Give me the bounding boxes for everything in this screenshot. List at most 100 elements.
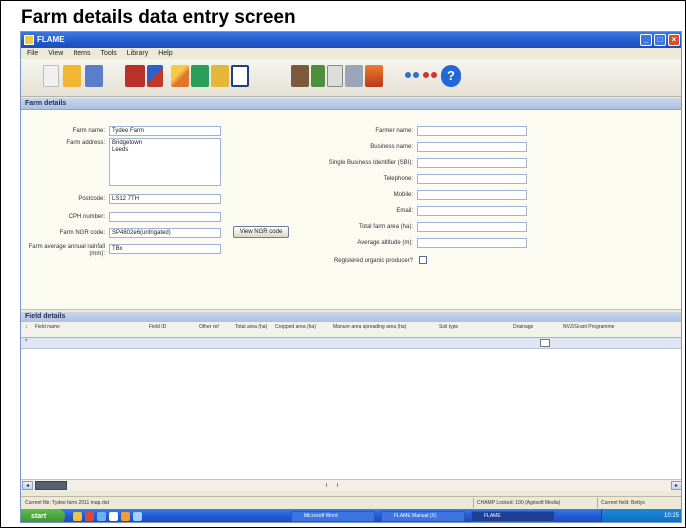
postcode-label: Postcode:	[78, 196, 105, 202]
toolbar: ?	[21, 59, 681, 97]
horizontal-scrollbar[interactable]: ◂ ▸	[21, 479, 681, 491]
email-label: Email:	[396, 208, 413, 214]
total-area-input[interactable]	[417, 222, 527, 232]
tractor-icon[interactable]	[291, 65, 309, 87]
scroll-left-icon[interactable]: ◂	[22, 481, 33, 490]
business-name-label: Business name:	[370, 144, 413, 150]
col-field-id[interactable]: Field ID	[149, 324, 189, 330]
task-manual[interactable]: FLAME Manual (X)	[381, 511, 465, 522]
status-current-field: Current field: Bettys	[601, 500, 645, 506]
tools-icon[interactable]	[147, 65, 163, 87]
save-icon[interactable]	[85, 65, 103, 87]
farmer-name-input[interactable]	[417, 126, 527, 136]
col-soil-type[interactable]: Soil type	[439, 324, 477, 330]
window-title: FLAME	[37, 35, 65, 44]
sbi-label: Single Business Identifier (SBI):	[328, 160, 413, 166]
status-current-file: Current file: Tydee farm 2011 map.rbd	[25, 500, 110, 506]
cph-input[interactable]	[109, 212, 221, 222]
mobile-input[interactable]	[417, 190, 527, 200]
quicklaunch-media-icon[interactable]	[109, 512, 118, 521]
business-name-input[interactable]	[417, 142, 527, 152]
telephone-input[interactable]	[417, 174, 527, 184]
field-icon[interactable]	[311, 65, 325, 87]
close-icon[interactable]: ×	[668, 34, 680, 46]
row-selector-header: ↕	[25, 324, 28, 330]
task-flame[interactable]: FLAME	[471, 511, 555, 522]
figure-frame: Farm details data entry screen FLAME _ □…	[0, 0, 686, 528]
menu-file[interactable]: File	[27, 50, 38, 57]
barn-icon[interactable]	[191, 65, 209, 87]
field-details-header: Field details	[21, 312, 681, 322]
quicklaunch-browser-icon[interactable]	[85, 512, 94, 521]
menu-bar: File View Items Tools Library Help	[21, 48, 681, 59]
view-grid-ref-button[interactable]: View NGR code	[233, 226, 289, 238]
system-tray: 10:25	[601, 509, 681, 522]
quicklaunch-explorer-icon[interactable]	[73, 512, 82, 521]
task-word[interactable]: Microsoft Word	[291, 511, 375, 522]
organic-checkbox[interactable]	[419, 256, 427, 264]
nav-next-icon[interactable]	[423, 72, 429, 78]
minimize-icon[interactable]: _	[640, 34, 652, 46]
nav-first-icon[interactable]	[405, 72, 411, 78]
application-window: FLAME _ □ × File View Items Tools Librar…	[20, 31, 682, 523]
farm-address-label: Farm address:	[66, 140, 105, 146]
status-bar: Current file: Tydee farm 2011 map.rbd CH…	[21, 496, 681, 508]
quicklaunch-mail-icon[interactable]	[121, 512, 130, 521]
menu-tools[interactable]: Tools	[100, 50, 116, 57]
start-button[interactable]: start	[21, 509, 65, 522]
field-grid-body[interactable]	[21, 349, 681, 479]
maximize-icon[interactable]: □	[654, 34, 666, 46]
title-bar: FLAME _ □ ×	[21, 32, 681, 48]
sbi-input[interactable]	[417, 158, 527, 168]
report-icon[interactable]	[345, 65, 363, 87]
col-total-area[interactable]: Total area (ha)	[235, 324, 271, 330]
menu-help[interactable]: Help	[158, 50, 172, 57]
status-separator	[473, 498, 474, 508]
cph-label: CPH number:	[68, 214, 105, 220]
status-separator	[597, 498, 598, 508]
new-row-checkbox[interactable]	[540, 339, 550, 347]
document-icon[interactable]	[211, 65, 229, 87]
altitude-label: Average altitude (m):	[357, 240, 413, 246]
app-icon	[24, 35, 34, 45]
postcode-input[interactable]: LS12 7TH	[109, 194, 221, 204]
new-field-row[interactable]: *	[21, 338, 681, 349]
farm-address-input[interactable]: Bridgetown Leeds	[109, 138, 221, 186]
farm-name-input[interactable]: Tydee Farm	[109, 126, 221, 136]
open-folder-icon[interactable]	[63, 65, 81, 87]
status-licence: CHAMP Locked: 100 (Agrisoft Media)	[477, 500, 561, 506]
nav-last-icon[interactable]	[431, 72, 437, 78]
col-drainage[interactable]: Drainage	[513, 324, 557, 330]
calendar-icon[interactable]	[327, 65, 343, 87]
col-other-ref[interactable]: Other ref	[199, 324, 229, 330]
altitude-input[interactable]	[417, 238, 527, 248]
menu-view[interactable]: View	[48, 50, 63, 57]
rainfall-input[interactable]: TBx	[109, 244, 221, 254]
quicklaunch-folder-icon[interactable]	[133, 512, 142, 521]
chart-icon[interactable]	[365, 65, 383, 87]
col-cropped-area[interactable]: Cropped area (ha)	[275, 324, 319, 330]
new-file-icon[interactable]	[43, 65, 59, 87]
menu-items[interactable]: Items	[73, 50, 90, 57]
farm-details-form: Farm name: Tydee Farm Farm address: Brid…	[21, 110, 681, 310]
nav-prev-icon[interactable]	[413, 72, 419, 78]
col-manure-area[interactable]: Manure area spreading area (ha)	[333, 324, 423, 330]
farm-house-icon[interactable]	[125, 65, 145, 87]
col-field-name[interactable]: Field name	[35, 324, 105, 330]
field-grid-header: ↕ Field name Field ID Other ref Total ar…	[21, 322, 681, 338]
scroll-thumb[interactable]	[35, 481, 67, 490]
scroll-right-icon[interactable]: ▸	[671, 481, 681, 490]
total-area-label: Total farm area (ha):	[358, 224, 413, 230]
help-icon[interactable]: ?	[441, 65, 461, 87]
organic-label: Registered organic producer?	[333, 258, 413, 264]
clock: 10:25	[663, 513, 679, 519]
nitrogen-icon[interactable]	[231, 65, 249, 87]
farm-details-header: Farm details	[21, 98, 681, 110]
quicklaunch-desktop-icon[interactable]	[97, 512, 106, 521]
grid-ref-input[interactable]: SP4802e6(unfrigated)	[109, 228, 221, 238]
col-nvz-grant[interactable]: NVZ/Grant Programme	[563, 324, 633, 330]
mobile-label: Mobile:	[393, 192, 413, 198]
menu-library[interactable]: Library	[127, 50, 148, 57]
email-input[interactable]	[417, 206, 527, 216]
pencil-icon[interactable]	[171, 65, 189, 87]
